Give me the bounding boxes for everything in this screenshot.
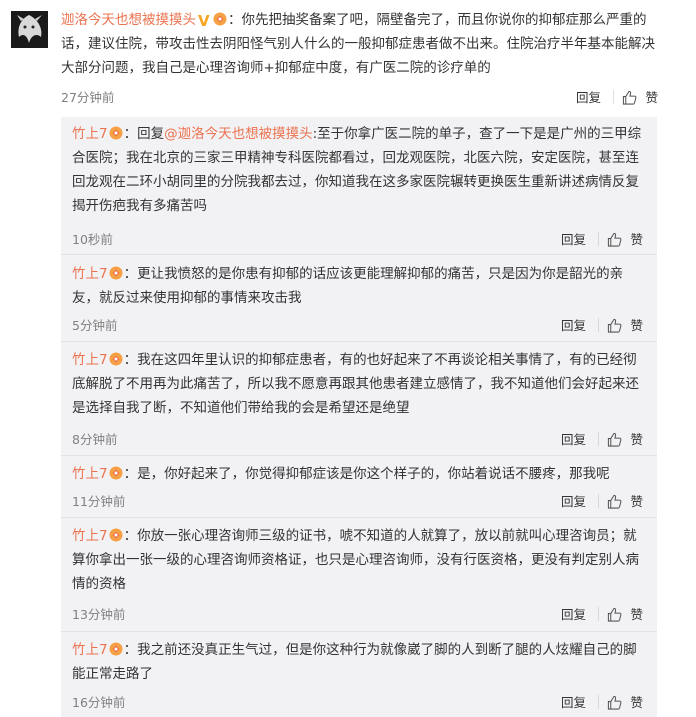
- reply-body: ：我之前还没真正生气过，但是你这种行为就像崴了脚的人到断了腿的人炫耀自己的脚能正…: [72, 642, 637, 682]
- reply-text: 竹上7 ：更让我愤怒的是你患有抑郁的话应该更能理解抑郁的痛苦，只是因为你是韶光的亲…: [72, 262, 647, 310]
- like-button[interactable]: 赞: [607, 229, 643, 248]
- reply-divider: [61, 455, 657, 456]
- like-label: 赞: [630, 318, 643, 333]
- like-label: 赞: [630, 607, 643, 622]
- like-button[interactable]: 赞: [622, 87, 658, 106]
- reply-username[interactable]: 竹上7: [72, 266, 108, 282]
- fan-badge-icon: [109, 350, 123, 366]
- reply-username[interactable]: 竹上7: [72, 642, 108, 658]
- reply-meta: 10秒前 回复 赞: [72, 229, 643, 249]
- reply-time: 8分钟前: [72, 432, 118, 447]
- like-label: 赞: [630, 232, 643, 247]
- like-button[interactable]: 赞: [607, 604, 643, 623]
- replies-container: 竹上7 ：回复@迦洛今天也想被摸摸头:至于你拿广医二院的单子，查了一下是是广州的三…: [61, 117, 657, 717]
- like-label: 赞: [630, 695, 643, 710]
- like-label: 赞: [630, 494, 643, 509]
- thumbs-up-icon: [608, 318, 622, 333]
- v-badge-icon: V: [198, 12, 210, 30]
- reply-meta: 13分钟前 回复 赞: [72, 604, 643, 624]
- reply-text: 竹上7 ：你放一张心理咨询师三级的证书，唬不知道的人就算了，放以前就叫心理咨询员；…: [72, 524, 647, 596]
- reply-button[interactable]: 回复: [576, 87, 601, 106]
- reply-time: 10秒前: [72, 232, 113, 247]
- reply-body: ：你放一张心理咨询师三级的证书，唬不知道的人就算了，放以前就叫心理咨询员；就算你…: [72, 528, 639, 592]
- reply-username[interactable]: 竹上7: [72, 126, 108, 142]
- avatar-image: [11, 11, 48, 48]
- main-comment-username[interactable]: 迦洛今天也想被摸摸头: [61, 12, 196, 28]
- like-button[interactable]: 赞: [607, 429, 643, 448]
- thumbs-up-icon: [608, 695, 622, 710]
- meta-divider: [598, 494, 599, 508]
- like-label: 赞: [630, 432, 643, 447]
- main-comment-time: 27分钟前: [61, 90, 115, 105]
- fan-badge-icon: [109, 124, 123, 140]
- reply-divider: [61, 341, 657, 342]
- fan-badge-icon: [109, 264, 123, 280]
- reply-meta: 5分钟前 回复 赞: [72, 315, 643, 335]
- reply-meta: 11分钟前 回复 赞: [72, 491, 643, 511]
- reply-username[interactable]: 竹上7: [72, 352, 108, 368]
- reply-button[interactable]: 回复: [561, 692, 586, 711]
- meta-divider: [598, 318, 599, 332]
- meta-divider: [598, 232, 599, 246]
- reply-button[interactable]: 回复: [561, 229, 586, 248]
- reply-time: 13分钟前: [72, 607, 126, 622]
- fan-badge-icon: [213, 10, 227, 26]
- reply-item: 竹上7 ：回复@迦洛今天也想被摸摸头:至于你拿广医二院的单子，查了一下是是广州的三…: [61, 117, 657, 253]
- reply-time: 11分钟前: [72, 494, 126, 509]
- reply-button[interactable]: 回复: [561, 315, 586, 334]
- thumbs-up-icon: [623, 90, 637, 105]
- avatar[interactable]: [11, 11, 48, 48]
- main-comment-meta: 27分钟前 回复 赞: [61, 87, 658, 107]
- like-button[interactable]: 赞: [607, 692, 643, 711]
- like-button[interactable]: 赞: [607, 315, 643, 334]
- reply-time: 5分钟前: [72, 318, 118, 333]
- reply-body: ：更让我愤怒的是你患有抑郁的话应该更能理解抑郁的痛苦，只是因为你是韶光的亲友，就…: [72, 266, 624, 306]
- reply-text: 竹上7 ：回复@迦洛今天也想被摸摸头:至于你拿广医二院的单子，查了一下是是广州的三…: [72, 122, 647, 218]
- fan-badge-icon: [109, 640, 123, 656]
- reply-meta: 16分钟前 回复 赞: [72, 692, 643, 712]
- reply-body: ：我在这四年里认识的抑郁症患者，有的也好起来了不再谈论相关事情了，有的已经彻底解…: [72, 352, 639, 416]
- reply-text: 竹上7 ：是，你好起来了，你觉得抑郁症该是你这个样子的，你站着说话不腰疼，那我呢: [72, 462, 647, 486]
- reply-divider: [61, 631, 657, 632]
- reply-username[interactable]: 竹上7: [72, 466, 108, 482]
- meta-divider: [598, 607, 599, 621]
- reply-button[interactable]: 回复: [561, 491, 586, 510]
- reply-divider: [61, 517, 657, 518]
- thumbs-up-icon: [608, 607, 622, 622]
- reply-body: ：是，你好起来了，你觉得抑郁症该是你这个样子的，你站着说话不腰疼，那我呢: [123, 466, 610, 482]
- reply-text: 竹上7 ：我在这四年里认识的抑郁症患者，有的也好起来了不再谈论相关事情了，有的已经…: [72, 348, 647, 420]
- thumbs-up-icon: [608, 432, 622, 447]
- like-button[interactable]: 赞: [607, 491, 643, 510]
- reply-button[interactable]: 回复: [561, 604, 586, 623]
- fan-badge-icon: [109, 464, 123, 480]
- reply-divider: [61, 254, 657, 255]
- reply-mention[interactable]: @迦洛今天也想被摸摸头: [164, 126, 313, 142]
- thumbs-up-icon: [608, 232, 622, 247]
- reply-time: 16分钟前: [72, 695, 126, 710]
- meta-divider: [598, 432, 599, 446]
- reply-button[interactable]: 回复: [561, 429, 586, 448]
- fan-badge-icon: [109, 526, 123, 542]
- meta-divider: [598, 695, 599, 709]
- reply-prefix: ：回复: [123, 126, 165, 142]
- reply-meta: 8分钟前 回复 赞: [72, 429, 643, 449]
- reply-text: 竹上7 ：我之前还没真正生气过，但是你这种行为就像崴了脚的人到断了腿的人炫耀自己的…: [72, 638, 647, 686]
- thumbs-up-icon: [608, 494, 622, 509]
- like-label: 赞: [645, 90, 658, 105]
- meta-divider: [613, 90, 614, 104]
- main-comment-body: 迦洛今天也想被摸摸头 V ：你先把抽奖备案了吧，隔壁备完了，而且你说你的抑郁症那么严…: [61, 8, 667, 80]
- reply-username[interactable]: 竹上7: [72, 528, 108, 544]
- main-comment: 迦洛今天也想被摸摸头 V ：你先把抽奖备案了吧，隔壁备完了，而且你说你的抑郁症那么严…: [0, 0, 696, 112]
